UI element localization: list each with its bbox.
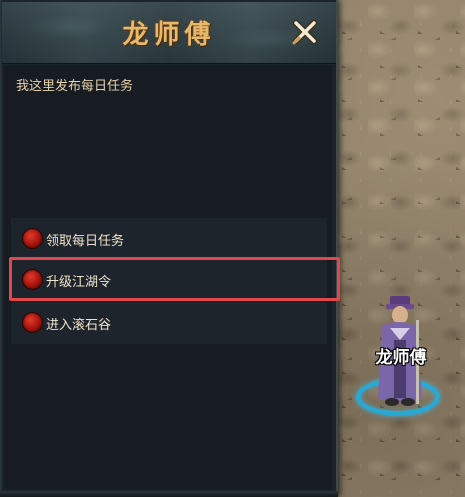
dialog-title: 龙师傅 [122, 20, 216, 50]
ground-lighting [330, 0, 465, 497]
option-claim-daily-task[interactable]: 领取每日任务 [11, 218, 327, 260]
selection-highlight-box [9, 257, 340, 301]
npc-greeting-text: 我这里发布每日任务 [16, 79, 134, 94]
option-label: 领取每日任务 [46, 234, 125, 249]
npc-name-label: 龙师傅 [375, 348, 427, 368]
option-label: 进入滚石谷 [46, 318, 112, 333]
close-x-icon[interactable] [290, 17, 320, 47]
npc-dialog-panel: 龙师傅 我这里发布每日任务 领取每日任务 升级江湖令 进入滚石谷 [0, 0, 338, 497]
option-enter-gunshi-valley[interactable]: 进入滚石谷 [11, 302, 327, 344]
panel-frame-bottom [0, 491, 338, 497]
red-orb-icon [23, 313, 42, 332]
game-scene: 龙师傅 龙师傅 我这里发布每日任务 领取每日任务 升级江湖令 进入滚石谷 [0, 0, 465, 497]
red-orb-icon [23, 229, 42, 248]
